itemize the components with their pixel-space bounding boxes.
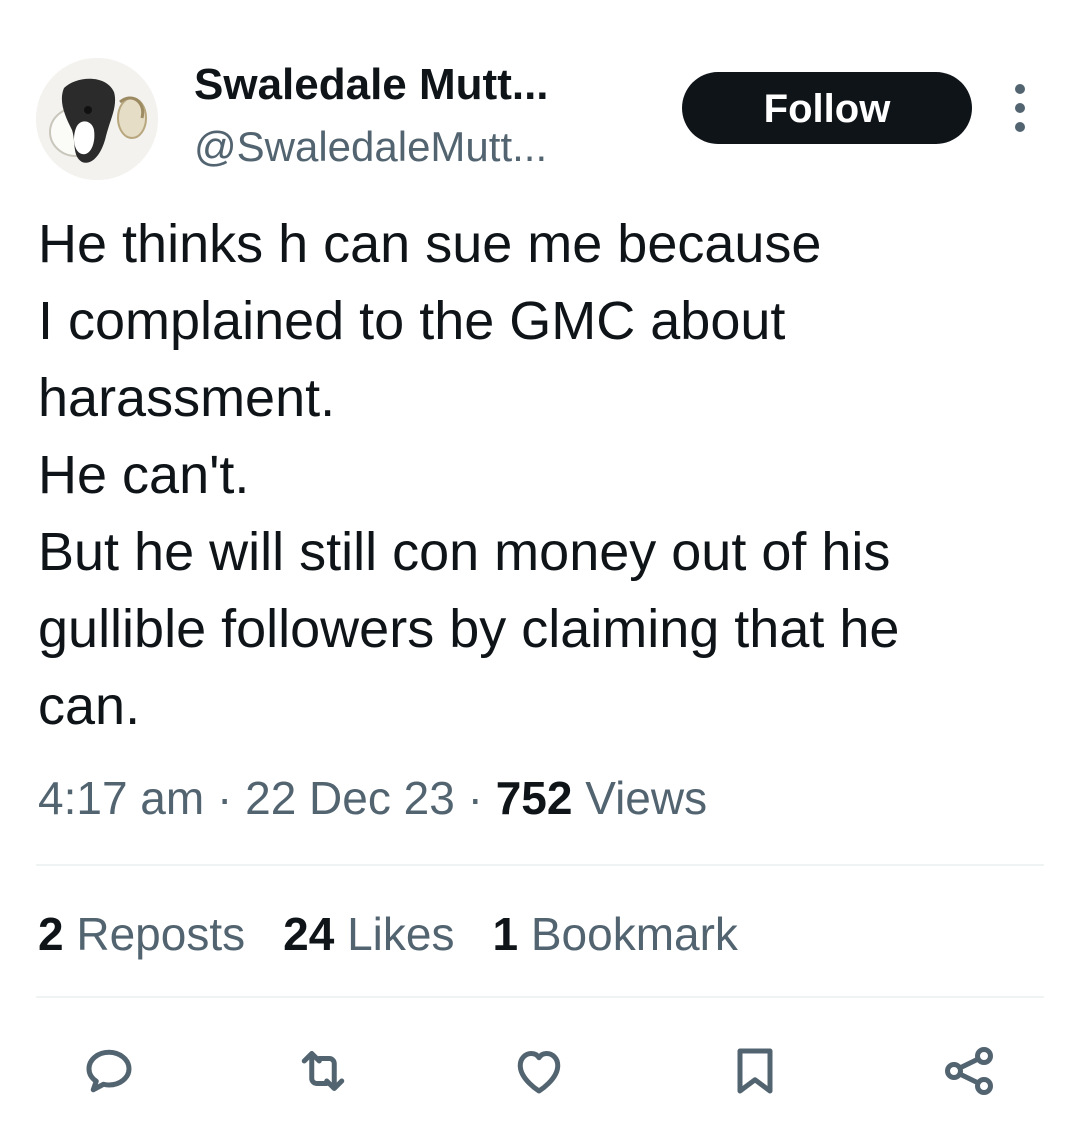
- tweet-meta: 4:17 am · 22 Dec 23 · 752 Views: [38, 768, 707, 828]
- share-button[interactable]: [934, 1036, 1004, 1106]
- more-dot: [1015, 103, 1025, 113]
- repost-button[interactable]: [288, 1036, 358, 1106]
- tweet-time[interactable]: 4:17 am: [38, 772, 204, 824]
- tweet-line: harassment.: [38, 368, 336, 428]
- tweet-line: can.: [38, 676, 141, 736]
- bookmarks-stat[interactable]: 1 Bookmark: [492, 904, 737, 964]
- tweet-line: I complained to the GMC about: [38, 291, 786, 351]
- tweet-line: He can't.: [38, 445, 250, 505]
- tweet-text: He thinks h can sue me because I complai…: [38, 206, 1048, 745]
- like-button[interactable]: [504, 1036, 574, 1106]
- bookmarks-label: Bookmark: [530, 908, 738, 960]
- tweet-line: He thinks h can sue me because: [38, 214, 822, 274]
- divider: [36, 864, 1044, 866]
- author-name[interactable]: Swaledale Mutt...: [194, 58, 549, 112]
- tweet-stats: 2 Reposts 24 Likes 1 Bookmark: [38, 904, 738, 964]
- like-icon: [517, 1051, 561, 1094]
- repost-icon: [301, 1051, 345, 1091]
- reply-button[interactable]: [74, 1036, 144, 1106]
- action-bar: [0, 1036, 1080, 1106]
- reposts-count: 2: [38, 908, 64, 960]
- divider: [36, 996, 1044, 998]
- reposts-stat[interactable]: 2 Reposts: [38, 904, 245, 964]
- tweet-line: But he will still con money out of his: [38, 522, 891, 582]
- likes-count: 24: [283, 908, 335, 960]
- views-label: Views: [585, 772, 708, 824]
- more-options-icon[interactable]: [1004, 84, 1036, 132]
- author-handle[interactable]: @SwaledaleMutt...: [194, 120, 547, 174]
- reply-icon: [86, 1049, 132, 1093]
- avatar[interactable]: [36, 58, 158, 180]
- more-dot: [1015, 122, 1025, 132]
- likes-stat[interactable]: 24 Likes: [283, 904, 454, 964]
- reposts-label: Reposts: [76, 908, 246, 960]
- bookmark-button[interactable]: [720, 1036, 790, 1106]
- tweet-line: gullible followers by claiming that he: [38, 599, 900, 659]
- dog-avatar-icon: [36, 58, 158, 180]
- more-dot: [1015, 84, 1025, 94]
- meta-separator: ·: [217, 772, 233, 824]
- follow-button[interactable]: Follow: [682, 72, 972, 144]
- likes-label: Likes: [347, 908, 455, 960]
- share-icon: [945, 1047, 993, 1095]
- views-count: 752: [495, 772, 573, 824]
- bookmarks-count: 1: [492, 908, 519, 960]
- meta-separator: ·: [467, 772, 483, 824]
- tweet-date[interactable]: 22 Dec 23: [245, 772, 455, 824]
- bookmark-icon: [737, 1048, 773, 1094]
